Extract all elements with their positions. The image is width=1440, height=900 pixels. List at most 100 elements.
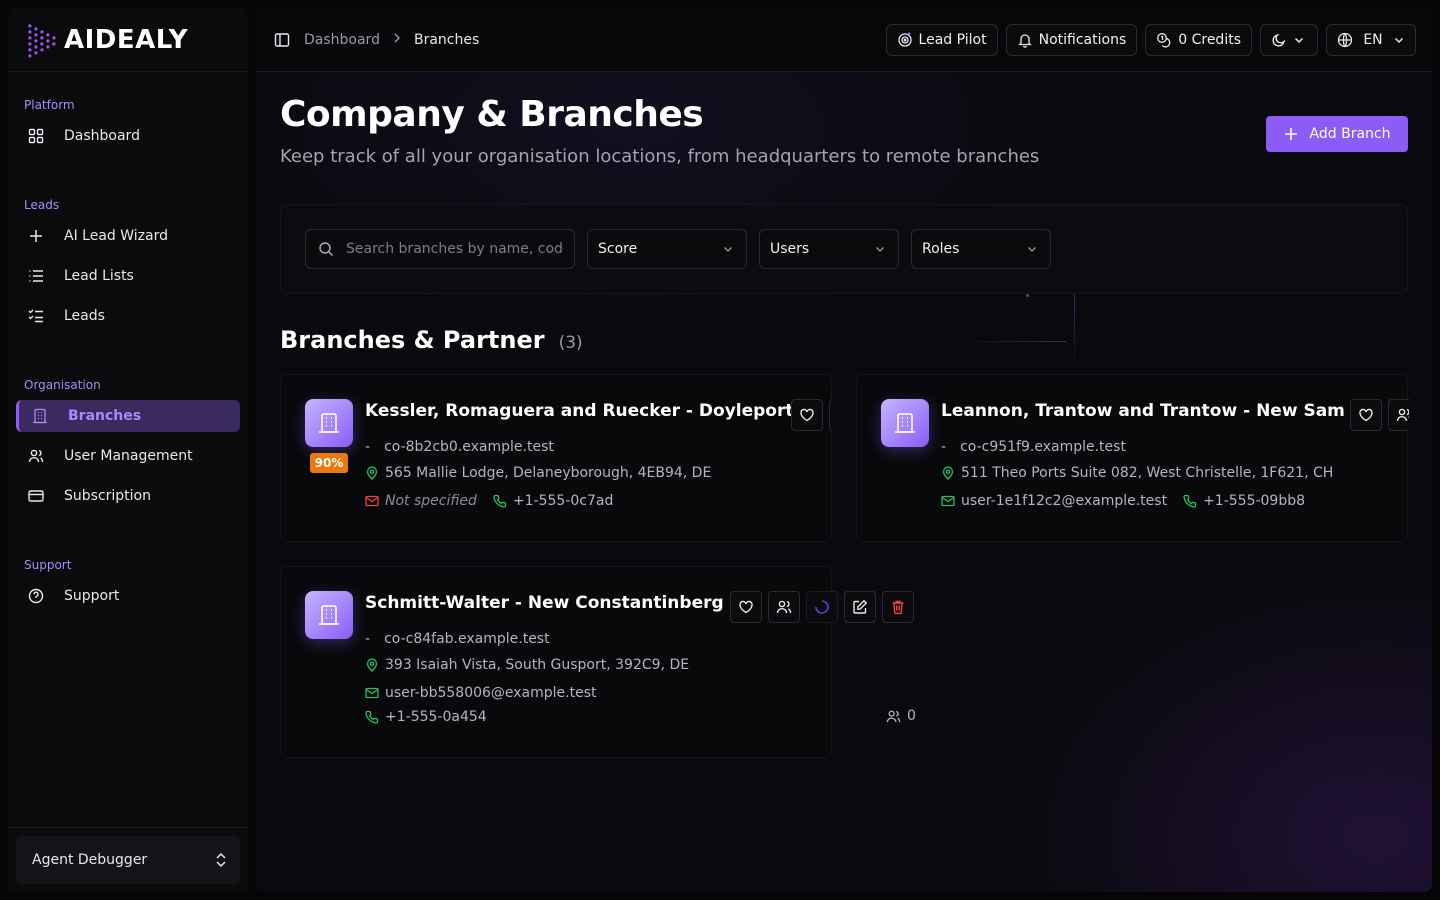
bell-icon <box>1017 34 1032 48</box>
branch-phone-text: +1-555-0c7ad <box>512 493 614 509</box>
language-select[interactable]: EN <box>1326 24 1416 56</box>
grid-icon <box>28 128 44 144</box>
sidebar-item-support[interactable]: Support <box>16 580 240 612</box>
branch-name[interactable]: Kessler, Romaguera and Ruecker - Doylepo… <box>365 401 794 421</box>
branch-contact: user-1e1f12c2@example.test +1-555-09bb8 <box>941 493 1305 509</box>
help-circle-icon <box>28 588 44 604</box>
branch-address-text: 393 Isaiah Vista, South Gusport, 392C9, … <box>385 657 690 673</box>
roles-filter-select[interactable]: Roles <box>911 229 1051 269</box>
breadcrumb-branches: Branches <box>413 31 480 48</box>
delete-button[interactable] <box>882 591 914 623</box>
logo-mark-icon <box>28 23 56 58</box>
users-button[interactable] <box>768 591 800 623</box>
sidebar-item-user-management[interactable]: User Management <box>16 440 240 472</box>
users-icon <box>1396 408 1409 422</box>
sidebar-item-branches[interactable]: Branches <box>16 400 240 432</box>
chevrons-up-down-icon <box>216 852 226 868</box>
users-count-value: 0 <box>907 708 916 724</box>
lead-pilot-label: Lead Pilot <box>918 32 987 48</box>
notifications-label: Notifications <box>1038 32 1127 48</box>
section-title-text: Branches & Partner <box>280 326 545 354</box>
language-label: EN <box>1363 32 1383 48</box>
edit-icon <box>853 599 868 614</box>
branch-email-text[interactable]: user-1e1f12c2@example.test <box>961 493 1167 509</box>
loading-spinner-icon <box>815 600 829 614</box>
sidebar-item-label: Branches <box>68 408 142 424</box>
logo-text: AIDEALY <box>64 24 189 55</box>
users-button[interactable] <box>829 399 833 431</box>
sidebar-item-label: Subscription <box>64 488 151 504</box>
moon-icon <box>1272 33 1286 47</box>
list-icon <box>28 268 44 284</box>
topbar: Dashboard Branches Lead Pilot Notificati… <box>256 8 1432 72</box>
sidebar-item-label: Dashboard <box>64 128 140 144</box>
sidebar-item-ai-lead-wizard[interactable]: AI Lead Wizard <box>16 220 240 252</box>
sidebar-item-label: AI Lead Wizard <box>64 228 168 244</box>
add-branch-label: Add Branch <box>1309 126 1391 142</box>
lead-pilot-button[interactable]: Lead Pilot <box>885 24 998 56</box>
branch-domain: - co-c951f9.example.test <box>941 439 1126 455</box>
sidebar-item-leads[interactable]: Leads <box>16 300 240 332</box>
phone-icon <box>493 494 507 508</box>
notifications-button[interactable]: Notifications <box>1005 24 1138 56</box>
globe-icon <box>1337 32 1353 48</box>
users-filter-label: Users <box>770 241 810 257</box>
branch-address: 511 Theo Ports Suite 082, West Christell… <box>941 465 1333 481</box>
sidebar-item-subscription[interactable]: Subscription <box>16 480 240 512</box>
group-label: Platform <box>24 98 75 112</box>
users-count: 0 <box>886 708 916 724</box>
branch-card[interactable]: 90% Kessler, Romaguera and Ruecker - Doy… <box>280 374 833 542</box>
credits-button[interactable]: 0 Credits <box>1145 24 1252 56</box>
filters-panel: Score Users Roles <box>280 204 1408 294</box>
sidebar-item-dashboard[interactable]: Dashboard <box>16 120 240 152</box>
building-icon <box>305 399 353 447</box>
branch-address-text: 565 Mallie Lodge, Delaneyborough, 4EB94,… <box>385 465 712 481</box>
top-actions: Lead Pilot Notifications 0 Credits EN <box>885 24 1416 56</box>
users-filter-select[interactable]: Users <box>759 229 899 269</box>
page-title: Company & Branches <box>280 94 704 135</box>
add-branch-button[interactable]: Add Branch <box>1266 116 1408 152</box>
heart-icon <box>1359 408 1373 422</box>
branch-card[interactable]: Leannon, Trantow and Trantow - New Sam -… <box>856 374 1409 542</box>
phone-icon <box>365 710 379 724</box>
branch-name[interactable]: Schmitt-Walter - New Constantinberg <box>365 593 724 613</box>
search-input[interactable] <box>346 241 564 257</box>
roles-filter-label: Roles <box>922 241 960 257</box>
branch-name[interactable]: Leannon, Trantow and Trantow - New Sam <box>941 401 1345 421</box>
loading-button[interactable] <box>806 591 838 623</box>
favorite-button[interactable] <box>791 399 823 431</box>
sidebar-item-label: Leads <box>64 308 105 324</box>
branch-email-text: Not specified <box>385 493 477 509</box>
heart-icon <box>739 600 753 614</box>
chevron-down-icon <box>1028 247 1036 252</box>
nav-group-support: Support Support <box>8 556 248 612</box>
branch-address-text: 511 Theo Ports Suite 082, West Christell… <box>961 465 1334 481</box>
theme-toggle-button[interactable] <box>1260 24 1318 56</box>
score-filter-select[interactable]: Score <box>587 229 747 269</box>
credits-label: 0 Credits <box>1178 32 1241 48</box>
branch-domain-text: co-8b2cb0.example.test <box>384 439 554 455</box>
chevron-right-icon <box>392 32 402 47</box>
search-box[interactable] <box>305 229 575 269</box>
edit-button[interactable] <box>844 591 876 623</box>
sidebar-item-lead-lists[interactable]: Lead Lists <box>16 260 240 292</box>
users-button[interactable] <box>1388 399 1409 431</box>
branch-email: user-bb558006@example.test <box>365 685 597 701</box>
agent-debugger-label: Agent Debugger <box>32 852 148 868</box>
favorite-button[interactable] <box>730 591 762 623</box>
building-icon <box>305 591 353 639</box>
agent-debugger-button[interactable]: Agent Debugger <box>16 836 240 884</box>
group-label: Organisation <box>24 378 101 392</box>
building-icon <box>32 408 48 424</box>
branch-phone: +1-555-0a454 <box>365 709 487 725</box>
breadcrumb-dashboard[interactable]: Dashboard <box>304 32 380 48</box>
score-badge: 90% <box>310 453 348 473</box>
branch-address: 393 Isaiah Vista, South Gusport, 392C9, … <box>365 657 689 673</box>
nav-group-organisation: Organisation Branches User Management Su… <box>8 376 248 512</box>
logo[interactable]: AIDEALY <box>8 8 248 72</box>
favorite-button[interactable] <box>1350 399 1382 431</box>
sidebar-item-label: Support <box>64 588 120 604</box>
building-icon <box>881 399 929 447</box>
branch-email-text[interactable]: user-bb558006@example.test <box>385 685 597 701</box>
sidebar-toggle-icon[interactable] <box>274 32 290 48</box>
